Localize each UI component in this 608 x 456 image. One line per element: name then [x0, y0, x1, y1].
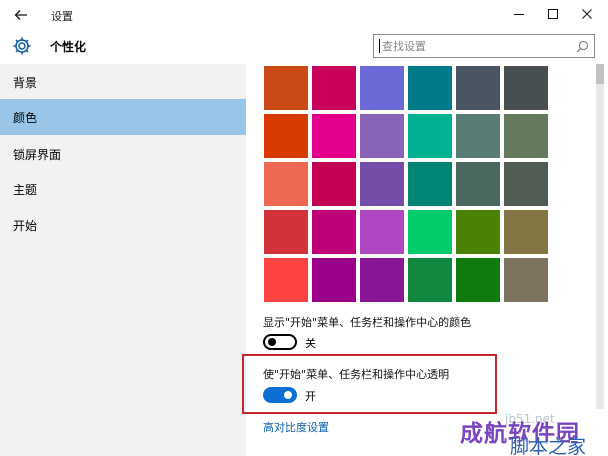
color-swatch[interactable]	[312, 66, 356, 110]
show-color-state: 关	[305, 337, 316, 350]
color-swatch[interactable]	[264, 162, 308, 206]
color-swatch[interactable]	[312, 210, 356, 254]
sidebar-item-background[interactable]: 背景	[0, 64, 246, 100]
color-swatch[interactable]	[504, 258, 548, 302]
sidebar-item-label: 主题	[13, 182, 38, 197]
page-title: 个性化	[50, 40, 87, 54]
color-swatch[interactable]	[264, 66, 308, 110]
color-swatch[interactable]	[456, 162, 500, 206]
show-color-label: 显示"开始"菜单、任务栏和操作中心的颜色	[263, 316, 472, 329]
sidebar-item-colors[interactable]: 颜色	[0, 99, 246, 135]
color-swatch[interactable]	[504, 114, 548, 158]
page-header: 个性化	[0, 30, 608, 64]
sidebar-item-label: 颜色	[13, 110, 38, 125]
close-button[interactable]	[570, 3, 604, 25]
gear-icon	[13, 37, 31, 55]
color-swatch[interactable]	[264, 258, 308, 302]
sidebar-item-start[interactable]: 开始	[0, 207, 246, 243]
close-icon	[582, 9, 592, 19]
window-title: 设置	[51, 10, 73, 23]
minimize-icon	[514, 14, 524, 15]
color-swatch[interactable]	[504, 210, 548, 254]
sidebar: 背景 颜色 锁屏界面 主题 开始	[0, 64, 246, 456]
color-swatch[interactable]	[456, 210, 500, 254]
color-swatch[interactable]	[456, 258, 500, 302]
color-swatch[interactable]	[408, 66, 452, 110]
color-swatch[interactable]	[408, 162, 452, 206]
transparency-label: 使"开始"菜单、任务栏和操作中心透明	[263, 368, 450, 381]
toggle-knob	[284, 391, 292, 399]
highlight-annotation-box	[242, 354, 497, 414]
toggle-knob	[268, 338, 276, 346]
maximize-icon	[548, 9, 558, 19]
sidebar-item-label: 背景	[13, 75, 38, 90]
color-swatch[interactable]	[312, 258, 356, 302]
high-contrast-settings-link[interactable]: 高对比度设置	[263, 419, 329, 435]
minimize-button[interactable]	[502, 3, 536, 25]
color-swatch[interactable]	[264, 210, 308, 254]
color-swatch[interactable]	[408, 114, 452, 158]
sidebar-item-label: 开始	[13, 218, 38, 233]
sidebar-item-label: 锁屏界面	[13, 147, 62, 162]
back-arrow-icon	[14, 10, 27, 20]
color-swatch[interactable]	[360, 66, 404, 110]
scrollbar-track[interactable]	[596, 64, 604, 409]
accent-color-grid	[264, 64, 554, 302]
transparency-toggle[interactable]	[263, 387, 297, 403]
color-swatch[interactable]	[360, 114, 404, 158]
color-swatch[interactable]	[504, 162, 548, 206]
color-swatch[interactable]	[504, 66, 548, 110]
color-swatch[interactable]	[456, 114, 500, 158]
search-box[interactable]	[373, 34, 595, 58]
text-caret	[379, 39, 380, 53]
search-icon[interactable]	[576, 40, 589, 53]
sidebar-item-lock-screen[interactable]: 锁屏界面	[0, 136, 246, 172]
maximize-button[interactable]	[536, 3, 570, 25]
color-swatch[interactable]	[312, 114, 356, 158]
color-swatch[interactable]	[408, 210, 452, 254]
watermark-site: 脚本之家	[510, 436, 587, 456]
color-swatch[interactable]	[360, 258, 404, 302]
color-swatch[interactable]	[360, 210, 404, 254]
color-swatch[interactable]	[312, 162, 356, 206]
transparency-state: 开	[305, 390, 316, 403]
color-swatch[interactable]	[264, 114, 308, 158]
scrollbar-thumb[interactable]	[596, 64, 604, 84]
sidebar-item-themes[interactable]: 主题	[0, 171, 246, 207]
back-button[interactable]	[10, 5, 32, 25]
title-bar: 设置	[0, 0, 608, 30]
color-swatch[interactable]	[408, 258, 452, 302]
show-color-toggle[interactable]	[263, 334, 297, 350]
color-swatch[interactable]	[456, 66, 500, 110]
color-swatch[interactable]	[360, 162, 404, 206]
search-input[interactable]	[374, 35, 564, 58]
